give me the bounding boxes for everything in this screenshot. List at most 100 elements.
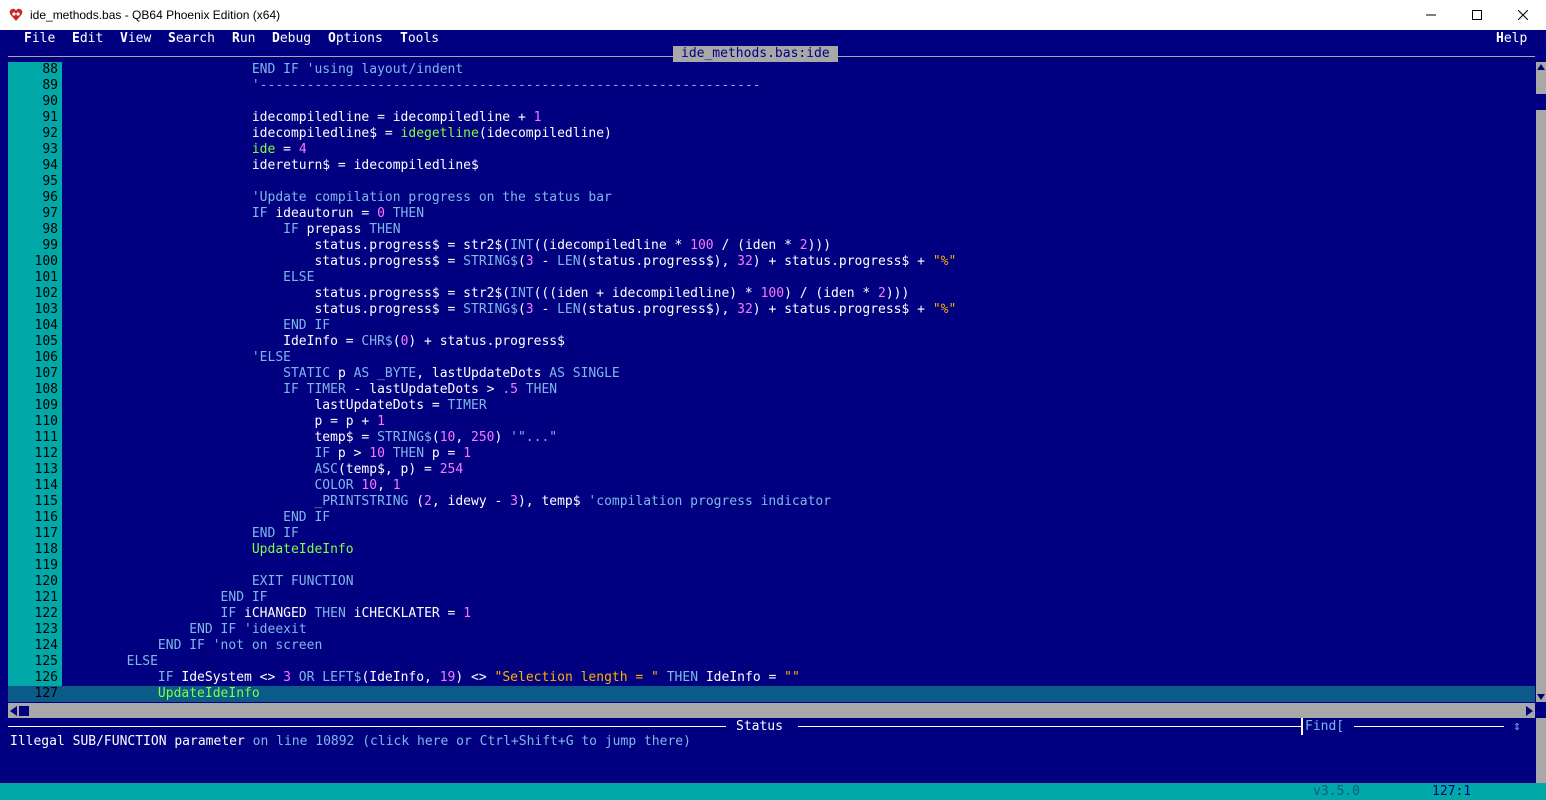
code-line[interactable]: '---------------------------------------… bbox=[64, 78, 1535, 94]
code-line[interactable]: _PRINTSTRING (2, idewy - 3), temp$ 'comp… bbox=[64, 494, 1535, 510]
jump-to-error-link[interactable]: on line 10892 (click here or Ctrl+Shift+… bbox=[253, 734, 691, 749]
token-cm: '"..." bbox=[510, 430, 558, 445]
token-kw: END IF bbox=[157, 638, 205, 653]
line-number: 95 bbox=[42, 174, 58, 189]
line-number: 111 bbox=[34, 430, 58, 445]
code-line[interactable]: IF TIMER - lastUpdateDots > .5 THEN bbox=[64, 382, 1535, 398]
code-line[interactable]: END IF 'using layout/indent bbox=[64, 62, 1535, 78]
code-line[interactable] bbox=[64, 94, 1535, 110]
token-kw: ASC bbox=[314, 462, 338, 477]
code-line[interactable]: END IF 'not on screen bbox=[64, 638, 1535, 654]
title-bar: ide_methods.bas - QB64 Phoenix Edition (… bbox=[0, 0, 1546, 30]
code-line[interactable]: IF p > 10 THEN p = 1 bbox=[64, 446, 1535, 462]
token-text: / (iden * bbox=[713, 238, 800, 253]
status-message[interactable]: Illegal SUB/FUNCTION parameter on line 1… bbox=[10, 734, 691, 750]
token-text: , bbox=[455, 430, 472, 445]
token-num: 250 bbox=[471, 430, 495, 445]
find-field[interactable]: Find[ bbox=[1305, 718, 1344, 735]
code-line[interactable]: 'ELSE bbox=[64, 350, 1535, 366]
menu-debug[interactable]: Debug bbox=[272, 30, 311, 47]
code-line[interactable]: status.progress$ = STRING$(3 - LEN(statu… bbox=[64, 302, 1535, 318]
close-button[interactable] bbox=[1500, 0, 1546, 30]
code-line[interactable]: IF IdeSystem <> 3 OR LEFT$(IdeInfo, 19) … bbox=[64, 670, 1535, 686]
token-cm: '---------------------------------------… bbox=[251, 78, 761, 93]
code-line[interactable]: idecompiledline = idecompiledline + 1 bbox=[64, 110, 1535, 126]
token-kw: INT bbox=[510, 238, 534, 253]
horizontal-scrollbar[interactable] bbox=[8, 703, 1535, 718]
code-line[interactable] bbox=[64, 558, 1535, 574]
vertical-scrollbar-track bbox=[1536, 62, 1546, 702]
line-number: 116 bbox=[34, 510, 58, 525]
code-line[interactable]: UpdateIdeInfo bbox=[64, 542, 1535, 558]
code-line[interactable]: END IF bbox=[64, 510, 1535, 526]
menu-run[interactable]: Run bbox=[232, 30, 255, 47]
token-text: (temp$, p) = bbox=[337, 462, 440, 477]
code-line[interactable]: END IF bbox=[64, 318, 1535, 334]
token-num: .5 bbox=[502, 382, 518, 397]
token-text: prepass bbox=[298, 222, 370, 237]
token-num: 100 bbox=[690, 238, 714, 253]
token-num: 32 bbox=[737, 302, 753, 317]
code-line[interactable]: IF ideautorun = 0 THEN bbox=[64, 206, 1535, 222]
line-number: 102 bbox=[34, 286, 58, 301]
token-fn: ide bbox=[251, 142, 276, 157]
line-number: 104 bbox=[34, 318, 58, 333]
token-text: ) bbox=[494, 430, 511, 445]
code-line[interactable]: IF prepass THEN bbox=[64, 222, 1535, 238]
vertical-scrollbar[interactable] bbox=[1536, 62, 1546, 702]
token-text: ((idecompiledline * bbox=[533, 238, 691, 253]
line-number: 99 bbox=[42, 238, 58, 253]
token-text: status.progress$ = str2$( bbox=[64, 238, 511, 253]
menu-edit[interactable]: Edit bbox=[72, 30, 103, 47]
token-kw: THEN bbox=[314, 606, 346, 621]
line-number: 101 bbox=[34, 270, 58, 285]
code-line[interactable]: IF iCHANGED THEN iCHECKLATER = 1 bbox=[64, 606, 1535, 622]
token-kw: IF bbox=[251, 206, 268, 221]
token-text: IdeInfo = bbox=[698, 670, 785, 685]
menu-file[interactable]: File bbox=[24, 30, 55, 47]
qb64-app-icon bbox=[9, 8, 23, 21]
code-line[interactable]: STATIC p AS _BYTE, lastUpdateDots AS SIN… bbox=[64, 366, 1535, 382]
code-line[interactable]: status.progress$ = str2$(INT(((iden + id… bbox=[64, 286, 1535, 302]
code-line[interactable]: temp$ = STRING$(10, 250) '"..." bbox=[64, 430, 1535, 446]
code-line[interactable]: COLOR 10, 1 bbox=[64, 478, 1535, 494]
menu-view[interactable]: View bbox=[120, 30, 151, 47]
code-line[interactable]: lastUpdateDots = TIMER bbox=[64, 398, 1535, 414]
code-line[interactable]: EXIT FUNCTION bbox=[64, 574, 1535, 590]
code-line[interactable]: ELSE bbox=[64, 270, 1535, 286]
code-line[interactable] bbox=[64, 174, 1535, 190]
maximize-button[interactable] bbox=[1454, 0, 1500, 30]
line-number: 97 bbox=[42, 206, 58, 221]
code-line[interactable]: idereturn$ = idecompiledline$ bbox=[64, 158, 1535, 174]
code-line[interactable]: ASC(temp$, p) = 254 bbox=[64, 462, 1535, 478]
code-line[interactable]: UpdateIdeInfo bbox=[64, 686, 1535, 702]
code-line[interactable]: idecompiledline$ = idegetline(idecompile… bbox=[64, 126, 1535, 142]
status-scrollbar[interactable] bbox=[1536, 718, 1546, 783]
minimize-button[interactable] bbox=[1408, 0, 1454, 30]
token-num: 10 bbox=[439, 430, 456, 445]
editor-file-tab: ide_methods.bas:ide bbox=[673, 46, 838, 62]
token-text: idecompiledline$ = bbox=[64, 126, 401, 141]
code-line[interactable]: 'Update compilation progress on the stat… bbox=[64, 190, 1535, 206]
token-kw: THEN bbox=[384, 446, 425, 461]
code-line[interactable]: END IF bbox=[64, 590, 1535, 606]
code-line[interactable]: ELSE bbox=[64, 654, 1535, 670]
line-number: 91 bbox=[42, 110, 58, 125]
code-line[interactable]: END IF bbox=[64, 526, 1535, 542]
token-text: (IdeInfo, bbox=[361, 670, 440, 685]
code-line[interactable]: status.progress$ = str2$(INT((idecompile… bbox=[64, 238, 1535, 254]
token-text: iCHECKLATER = bbox=[345, 606, 464, 621]
find-toggle-icon[interactable]: ⇕ bbox=[1513, 718, 1521, 735]
code-line[interactable]: IdeInfo = CHR$(0) + status.progress$ bbox=[64, 334, 1535, 350]
menu-options[interactable]: Options bbox=[328, 30, 383, 47]
code-line[interactable]: p = p + 1 bbox=[64, 414, 1535, 430]
menu-search[interactable]: Search bbox=[168, 30, 215, 47]
code-line[interactable]: END IF 'ideexit bbox=[64, 622, 1535, 638]
token-text: idecompiledline = idecompiledline + bbox=[64, 110, 534, 125]
code-line[interactable]: status.progress$ = STRING$(3 - LEN(statu… bbox=[64, 254, 1535, 270]
menu-tools[interactable]: Tools bbox=[400, 30, 439, 47]
code-line[interactable]: ide = 4 bbox=[64, 142, 1535, 158]
menu-help[interactable]: Help bbox=[1496, 30, 1527, 47]
token-kw: _PRINTSTRING bbox=[314, 494, 409, 509]
